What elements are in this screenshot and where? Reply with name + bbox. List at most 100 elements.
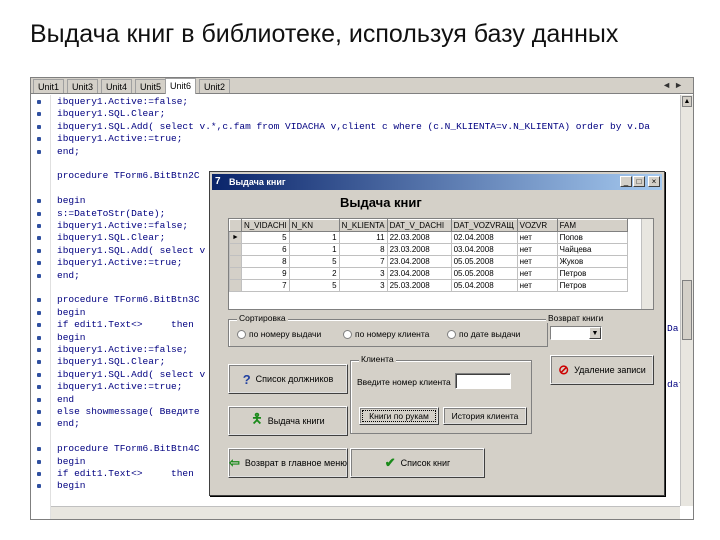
grid-cell[interactable]: 1	[288, 231, 340, 244]
minimize-icon[interactable]: _	[620, 176, 632, 187]
grid-cell[interactable]: нет	[516, 231, 558, 244]
grid-cell[interactable]: 5	[240, 231, 290, 244]
grid-cell[interactable]: 9	[240, 267, 290, 280]
grid-cell[interactable]: 23.03.2008	[386, 243, 452, 256]
grid-header[interactable]: FAM	[556, 219, 628, 232]
breakpoint-dot-icon[interactable]	[37, 422, 41, 427]
debtors-list-button[interactable]: ? Список должников	[228, 364, 348, 394]
grid-cell[interactable]: 5	[288, 279, 340, 292]
grid-cell[interactable]: 22.03.2008	[386, 231, 452, 244]
issues-grid[interactable]: N_VIDACHI N_KN N_KLIENTA DAT_V_DACHI DAT…	[228, 218, 654, 310]
breakpoint-dot-icon[interactable]	[37, 224, 41, 228]
tab-unit2[interactable]: Unit2	[199, 79, 231, 93]
breakpoint-dot-icon[interactable]	[37, 323, 41, 328]
breakpoint-dot-icon[interactable]	[37, 410, 41, 414]
row-indicator[interactable]	[229, 267, 242, 280]
breakpoint-dot-icon[interactable]	[37, 298, 41, 303]
breakpoint-dot-icon[interactable]	[37, 335, 41, 340]
close-icon[interactable]: ×	[648, 176, 660, 187]
grid-cell[interactable]: Петров	[556, 267, 628, 280]
grid-cell[interactable]: 23.04.2008	[386, 255, 452, 268]
grid-cell[interactable]: 1	[288, 243, 340, 256]
grid-cell[interactable]: 3	[338, 267, 388, 280]
grid-cell[interactable]: 8	[338, 243, 388, 256]
grid-cell[interactable]: нет	[516, 279, 558, 292]
grid-cell[interactable]: нет	[516, 267, 558, 280]
table-row[interactable]: 8 5 7 23.04.2008 05.05.2008 нет Жуков	[229, 255, 628, 268]
breakpoint-dot-icon[interactable]	[37, 211, 41, 216]
tab-scroll-right-icon[interactable]: ►	[674, 80, 683, 90]
grid-header[interactable]: N_KLIENTA	[338, 219, 388, 232]
chevron-down-icon[interactable]: ▼	[589, 327, 601, 339]
grid-cell[interactable]: 7	[240, 279, 290, 292]
grid-cell[interactable]: 03.04.2008	[450, 243, 518, 256]
grid-cell[interactable]: 7	[338, 255, 388, 268]
scroll-thumb[interactable]	[682, 280, 692, 340]
breakpoint-dot-icon[interactable]	[37, 100, 41, 104]
delete-record-button[interactable]: ⊘ Удаление записи	[550, 355, 654, 385]
breakpoint-dot-icon[interactable]	[37, 137, 41, 142]
grid-cell[interactable]: 6	[240, 243, 290, 256]
table-row[interactable]: 9 2 3 23.04.2008 05.05.2008 нет Петров	[229, 267, 628, 280]
breakpoint-dot-icon[interactable]	[37, 124, 41, 129]
tab-unit4[interactable]: Unit4	[101, 79, 133, 93]
grid-cell[interactable]: 25.03.2008	[386, 279, 452, 292]
breakpoint-dot-icon[interactable]	[37, 360, 41, 365]
breakpoint-dot-icon[interactable]	[37, 112, 41, 117]
grid-cell[interactable]: Петров	[556, 279, 628, 292]
return-combobox[interactable]: ▼	[550, 326, 602, 340]
breakpoint-dot-icon[interactable]	[37, 372, 41, 377]
grid-cell[interactable]: 05.05.2008	[450, 255, 518, 268]
breakpoint-dot-icon[interactable]	[37, 310, 41, 315]
breakpoint-dot-icon[interactable]	[37, 236, 41, 241]
grid-cell[interactable]: 02.04.2008	[450, 231, 518, 244]
breakpoint-dot-icon[interactable]	[37, 397, 41, 402]
books-in-hand-button[interactable]: Книги по рукам	[359, 407, 439, 425]
grid-cell[interactable]: 05.04.2008	[450, 279, 518, 292]
breakpoint-dot-icon[interactable]	[37, 348, 41, 352]
row-indicator[interactable]	[229, 279, 242, 292]
tab-unit3[interactable]: Unit3	[67, 79, 99, 93]
row-pointer-icon[interactable]: ►	[229, 231, 242, 244]
client-history-button[interactable]: История клиента	[443, 407, 527, 425]
breakpoint-dot-icon[interactable]	[37, 385, 41, 390]
grid-header[interactable]: DAT_V_DACHI	[386, 219, 452, 232]
issue-book-button[interactable]: 🯅 Выдача книги	[228, 406, 348, 436]
breakpoint-dot-icon[interactable]	[37, 261, 41, 266]
grid-cell[interactable]: 05.05.2008	[450, 267, 518, 280]
client-number-input[interactable]	[455, 373, 511, 389]
grid-cell[interactable]: Попов	[556, 231, 628, 244]
breakpoint-dot-icon[interactable]	[37, 472, 41, 476]
grid-cell[interactable]: Жуков	[556, 255, 628, 268]
grid-cell[interactable]: 5	[288, 255, 340, 268]
grid-cell[interactable]: 23.04.2008	[386, 267, 452, 280]
grid-vertical-scrollbar[interactable]	[641, 219, 653, 309]
dialog-title-bar[interactable]: 7 Выдача книг _ □ ×	[212, 174, 662, 190]
table-row[interactable]: ► 5 1 11 22.03.2008 02.04.2008 нет Попов	[229, 231, 628, 244]
grid-cell[interactable]: 3	[338, 279, 388, 292]
grid-cell[interactable]: нет	[516, 255, 558, 268]
scroll-up-icon[interactable]: ▲	[682, 96, 692, 107]
grid-cell[interactable]: 11	[338, 231, 388, 244]
sort-by-client-radio[interactable]: по номеру клиента	[343, 329, 429, 339]
breakpoint-dot-icon[interactable]	[37, 447, 41, 452]
tab-unit6[interactable]: Unit6	[165, 78, 197, 94]
sort-by-issue-radio[interactable]: по номеру выдачи	[237, 329, 321, 339]
row-indicator[interactable]	[229, 255, 242, 268]
sort-by-date-radio[interactable]: по дате выдачи	[447, 329, 520, 339]
grid-cell[interactable]: нет	[516, 243, 558, 256]
back-to-menu-button[interactable]: ⇦ Возврат в главное меню	[228, 448, 348, 478]
grid-cell[interactable]: Чайцева	[556, 243, 628, 256]
tab-unit1[interactable]: Unit1	[33, 79, 65, 93]
table-row[interactable]: 6 1 8 23.03.2008 03.04.2008 нет Чайцева	[229, 243, 628, 256]
breakpoint-dot-icon[interactable]	[37, 248, 41, 253]
editor-vertical-scrollbar[interactable]: ▲	[680, 95, 693, 506]
grid-cell[interactable]: 2	[288, 267, 340, 280]
breakpoint-dot-icon[interactable]	[37, 273, 41, 278]
breakpoint-dot-icon[interactable]	[37, 459, 41, 464]
books-list-button[interactable]: ✔ Список книг	[350, 448, 485, 478]
row-indicator[interactable]	[229, 243, 242, 256]
grid-header[interactable]: N_VIDACHI	[240, 219, 290, 232]
breakpoint-dot-icon[interactable]	[37, 199, 41, 204]
grid-header[interactable]: DAT_VOZVRAЩ	[450, 219, 518, 232]
